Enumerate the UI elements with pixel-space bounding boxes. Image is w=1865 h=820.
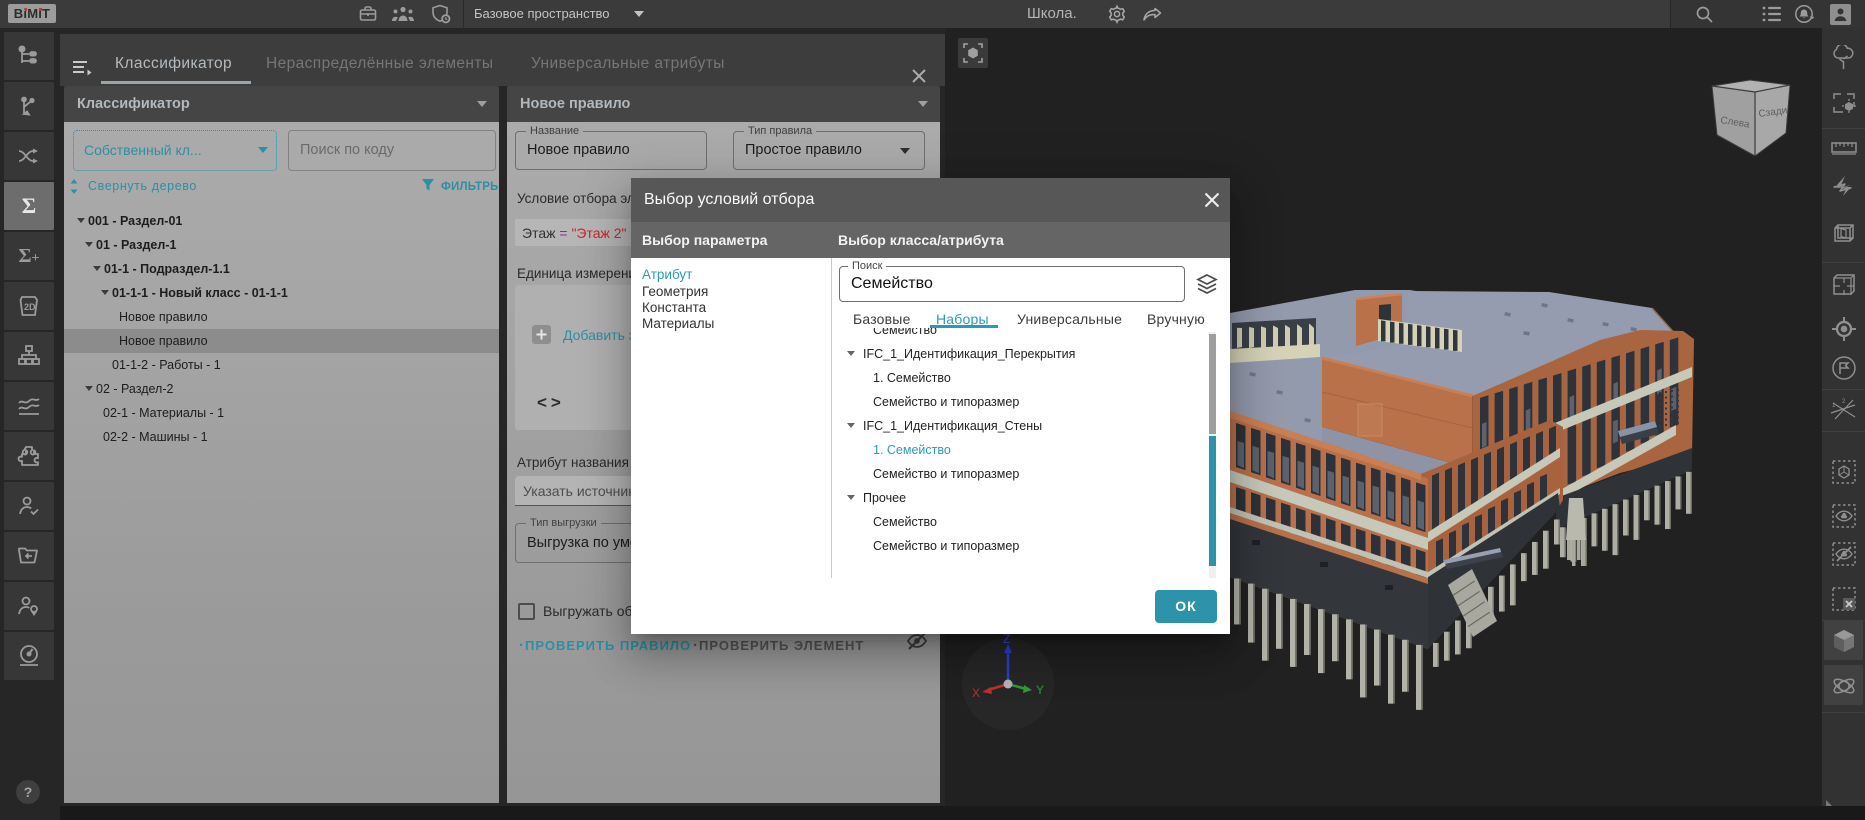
svg-text:2: 2 [1842, 399, 1846, 405]
svg-text:2D: 2D [24, 302, 36, 312]
svg-text:Y: Y [1036, 683, 1044, 697]
svg-text:Z: Z [1003, 632, 1010, 646]
svg-text:X: X [972, 686, 980, 700]
